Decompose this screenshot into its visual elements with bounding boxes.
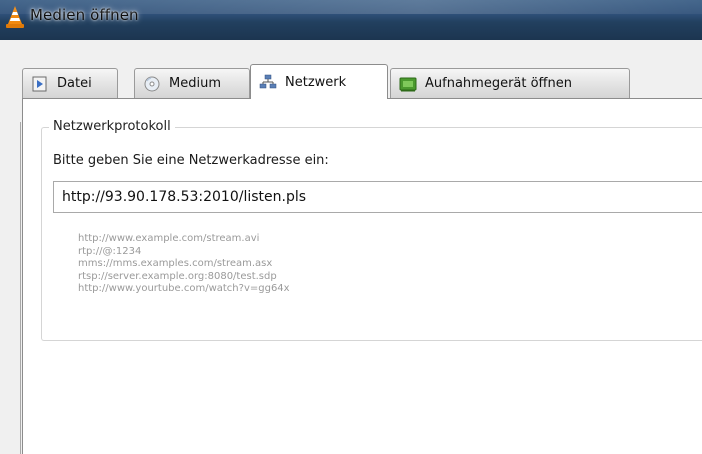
example-url: http://www.yourtube.com/watch?v=gg64x <box>78 283 290 294</box>
network-icon <box>259 74 277 89</box>
disc-icon <box>144 76 160 91</box>
example-url: rtsp://server.example.org:8080/test.sdp <box>78 270 277 282</box>
window-title: Medien öffnen <box>30 6 139 24</box>
dialog-body: Datei Medium Netzwerk Aufnahmegerät öffn… <box>0 40 702 454</box>
group-title: Netzwerkprotokoll <box>49 119 175 134</box>
dialog-left-border <box>20 122 21 454</box>
network-address-prompt: Bitte geben Sie eine Netzwerkadresse ein… <box>53 153 329 168</box>
tab-label: Medium <box>169 76 221 91</box>
file-icon <box>32 76 47 91</box>
example-url: mms://mms.examples.com/stream.asx <box>78 258 273 269</box>
tab-label: Datei <box>57 76 92 91</box>
network-tab-panel: Netzwerkprotokoll Bitte geben Sie eine N… <box>22 98 702 454</box>
tab-medium[interactable]: Medium <box>134 68 250 98</box>
tab-bar: Datei Medium Netzwerk Aufnahmegerät öffn… <box>22 64 702 99</box>
tab-datei[interactable]: Datei <box>22 68 118 98</box>
tab-label: Aufnahmegerät öffnen <box>425 76 572 91</box>
example-urls: http://www.example.com/stream.avi rtp://… <box>78 233 290 296</box>
capture-device-icon <box>399 77 417 91</box>
tab-netzwerk[interactable]: Netzwerk <box>250 64 388 99</box>
network-url-input[interactable] <box>53 181 702 213</box>
tab-label: Netzwerk <box>285 74 347 90</box>
example-url: http://www.example.com/stream.avi <box>78 233 260 244</box>
tab-aufnahmegeraet-oeffnen[interactable]: Aufnahmegerät öffnen <box>390 68 630 98</box>
example-url: rtp://@:1234 <box>78 245 142 257</box>
title-bar[interactable]: Medien öffnen <box>0 0 702 40</box>
open-media-dialog: Medien öffnen Datei Medium Netzwerk Aufn… <box>0 0 702 454</box>
vlc-cone-icon <box>6 6 24 28</box>
